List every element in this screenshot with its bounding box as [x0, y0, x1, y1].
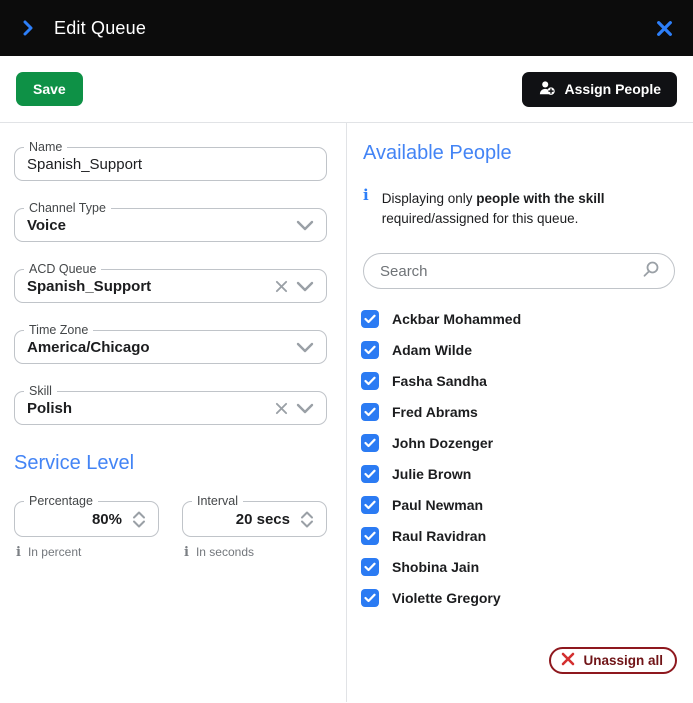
person-name: Paul Newman [392, 497, 483, 513]
available-people-column: Available People i Displaying only peopl… [347, 123, 693, 702]
chevron-down-icon[interactable] [296, 402, 314, 414]
channel-type-label: Channel Type [24, 200, 111, 217]
checkbox-checked-icon[interactable] [361, 558, 379, 576]
collapse-chevron-icon[interactable] [20, 20, 36, 36]
person-name: Julie Brown [392, 466, 471, 482]
checkbox-checked-icon[interactable] [361, 434, 379, 452]
unassign-all-label: Unassign all [583, 653, 663, 668]
checkbox-checked-icon[interactable] [361, 341, 379, 359]
skill-filter-note-text: Displaying only people with the skill re… [382, 189, 633, 229]
checkbox-checked-icon[interactable] [361, 589, 379, 607]
percentage-hint: i In percent [16, 545, 159, 559]
person-row[interactable]: Julie Brown [361, 458, 677, 489]
skill-filter-note: i Displaying only people with the skill … [363, 189, 633, 229]
person-name: Ackbar Mohammed [392, 311, 521, 327]
name-field-value: Spanish_Support [27, 156, 314, 173]
page-title: Edit Queue [54, 18, 638, 39]
clear-icon[interactable] [275, 280, 288, 293]
info-icon: i [184, 546, 189, 559]
assign-people-button[interactable]: Assign People [522, 72, 677, 107]
interval-stepper[interactable]: Interval 20 secs [182, 501, 327, 537]
name-field[interactable]: Name Spanish_Support [14, 147, 327, 181]
checkbox-checked-icon[interactable] [361, 310, 379, 328]
person-name: Raul Ravidran [392, 528, 486, 544]
interval-label: Interval [192, 493, 243, 510]
percentage-value: 80% [27, 511, 132, 528]
time-zone-label: Time Zone [24, 322, 93, 339]
person-row[interactable]: Shobina Jain [361, 551, 677, 582]
person-add-icon [538, 80, 556, 99]
skill-select[interactable]: Skill Polish [14, 391, 327, 425]
save-button[interactable]: Save [16, 72, 83, 106]
chevron-down-icon[interactable] [296, 341, 314, 353]
checkbox-checked-icon[interactable] [361, 527, 379, 545]
stepper-arrows[interactable] [132, 511, 146, 528]
unassign-x-icon [561, 652, 575, 669]
acd-queue-value: Spanish_Support [27, 278, 269, 295]
toolbar: Save Assign People [0, 56, 693, 123]
unassign-all-button[interactable]: Unassign all [549, 647, 677, 674]
person-name: Violette Gregory [392, 590, 501, 606]
checkbox-checked-icon[interactable] [361, 372, 379, 390]
person-row[interactable]: Ackbar Mohammed [361, 303, 677, 334]
queue-settings-column: Name Spanish_Support Channel Type Voice … [0, 123, 347, 702]
people-search[interactable] [363, 253, 675, 289]
person-row[interactable]: Fred Abrams [361, 396, 677, 427]
info-icon: i [363, 189, 369, 229]
name-field-label: Name [24, 139, 67, 156]
stepper-arrows[interactable] [300, 511, 314, 528]
service-level-heading: Service Level [14, 452, 327, 475]
channel-type-select[interactable]: Channel Type Voice [14, 208, 327, 242]
person-name: Fred Abrams [392, 404, 478, 420]
percentage-stepper[interactable]: Percentage 80% [14, 501, 159, 537]
edit-queue-panel: Edit Queue Save Assign People Name S [0, 0, 693, 703]
interval-value: 20 secs [195, 511, 300, 528]
time-zone-value: America/Chicago [27, 339, 290, 356]
person-row[interactable]: Violette Gregory [361, 582, 677, 613]
chevron-down-icon[interactable] [296, 219, 314, 231]
person-row[interactable]: Paul Newman [361, 489, 677, 520]
people-list: Ackbar Mohammed Adam Wilde Fasha [361, 303, 677, 613]
clear-icon[interactable] [275, 402, 288, 415]
person-name: John Dozenger [392, 435, 493, 451]
person-row[interactable]: John Dozenger [361, 427, 677, 458]
person-row[interactable]: Adam Wilde [361, 334, 677, 365]
acd-queue-select[interactable]: ACD Queue Spanish_Support [14, 269, 327, 303]
skill-value: Polish [27, 400, 269, 417]
acd-queue-label: ACD Queue [24, 261, 101, 278]
available-people-heading: Available People [363, 142, 677, 165]
checkbox-checked-icon[interactable] [361, 403, 379, 421]
person-name: Adam Wilde [392, 342, 472, 358]
close-icon[interactable] [656, 20, 673, 37]
header-bar: Edit Queue [0, 0, 693, 56]
search-input[interactable] [380, 263, 642, 280]
interval-hint: i In seconds [184, 545, 327, 559]
time-zone-select[interactable]: Time Zone America/Chicago [14, 330, 327, 364]
person-row[interactable]: Fasha Sandha [361, 365, 677, 396]
person-name: Fasha Sandha [392, 373, 487, 389]
person-row[interactable]: Raul Ravidran [361, 520, 677, 551]
checkbox-checked-icon[interactable] [361, 465, 379, 483]
info-icon: i [16, 546, 21, 559]
assign-people-label: Assign People [565, 81, 661, 97]
person-name: Shobina Jain [392, 559, 479, 575]
search-icon[interactable] [642, 260, 660, 283]
channel-type-value: Voice [27, 217, 290, 234]
skill-label: Skill [24, 383, 57, 400]
checkbox-checked-icon[interactable] [361, 496, 379, 514]
percentage-label: Percentage [24, 493, 98, 510]
chevron-down-icon[interactable] [296, 280, 314, 292]
